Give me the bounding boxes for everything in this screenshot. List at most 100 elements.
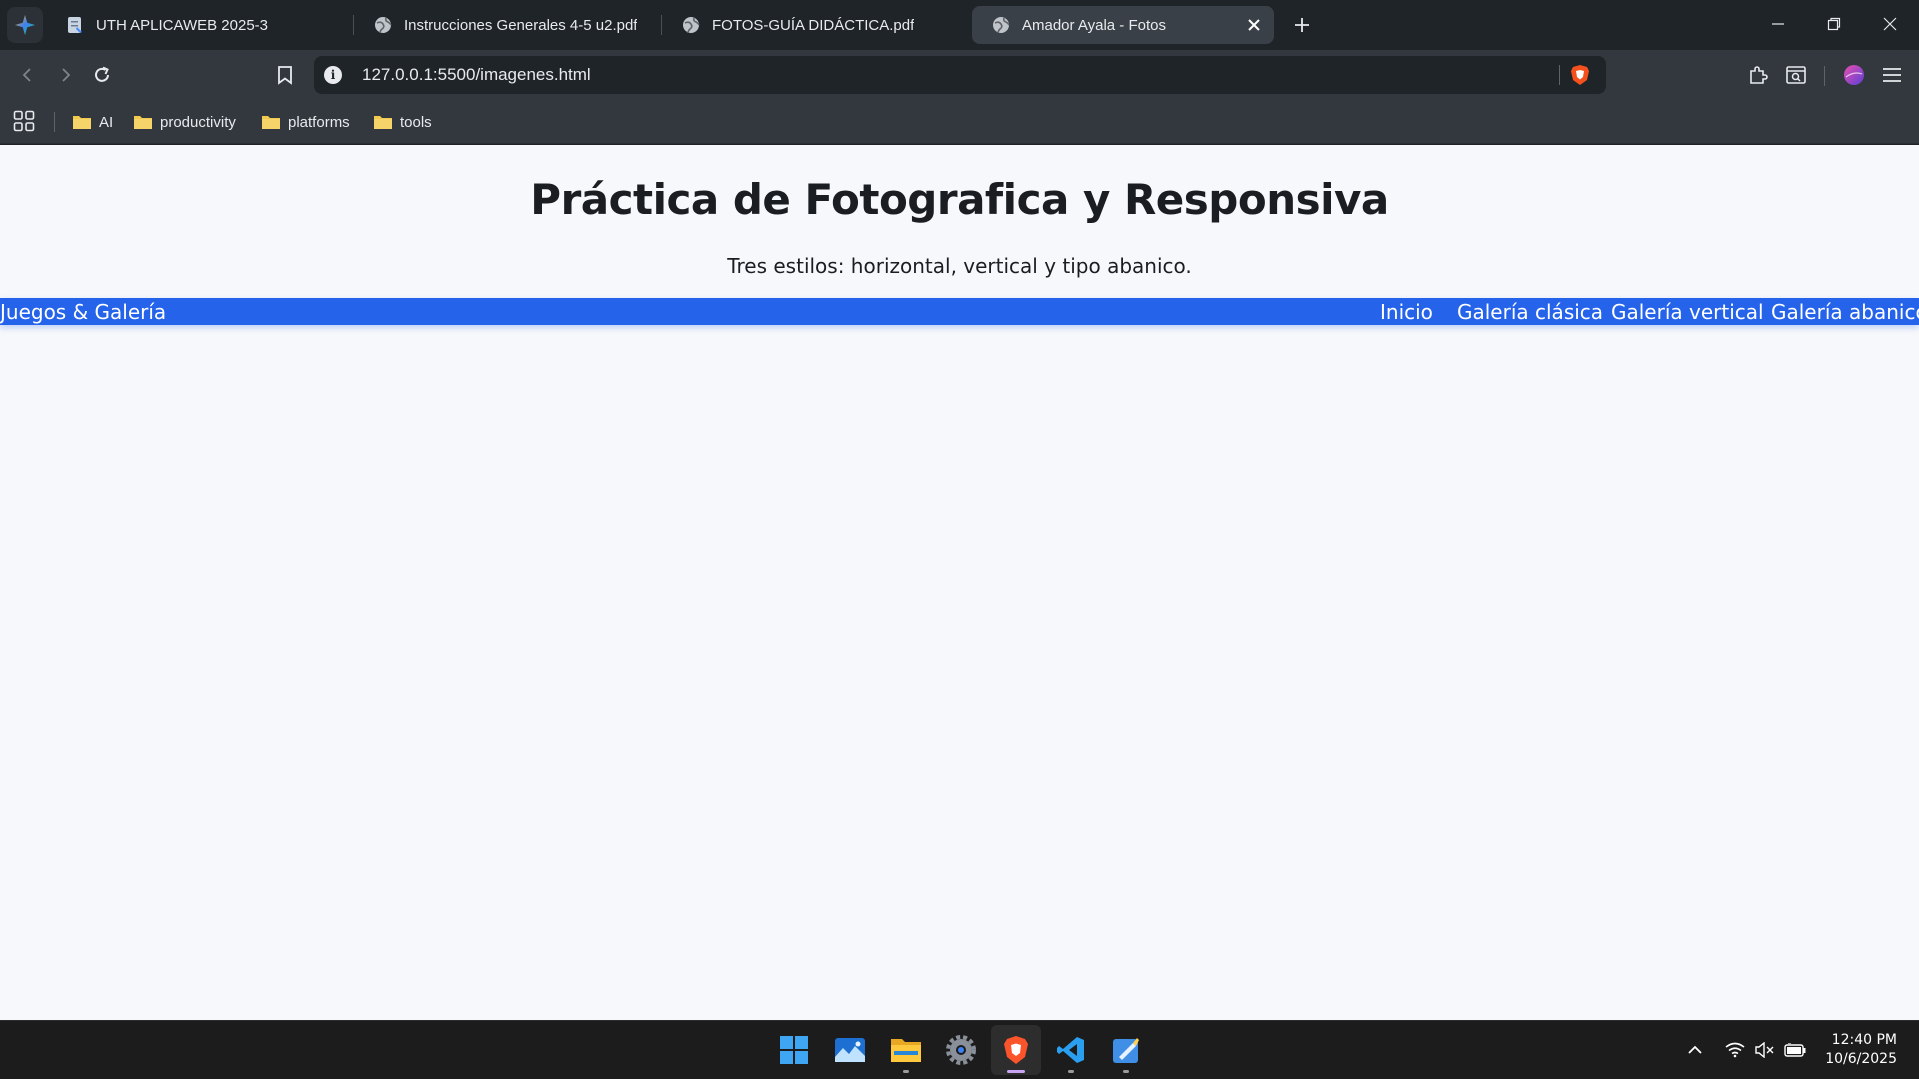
volume-status[interactable] [1754, 1039, 1776, 1061]
show-hidden-icons-button[interactable] [1684, 1039, 1706, 1061]
toolbar-separator [1824, 66, 1825, 86]
bookmark-page-button[interactable] [271, 61, 299, 89]
globe-icon [375, 17, 392, 34]
site-info-icon[interactable]: i [324, 66, 342, 84]
address-bar-separator [1559, 65, 1560, 85]
close-icon [1248, 19, 1260, 31]
network-status[interactable] [1724, 1039, 1746, 1061]
arrow-left-icon [22, 68, 31, 82]
battery-status[interactable] [1784, 1039, 1806, 1061]
bookmark-folder-ai[interactable]: AI [72, 110, 113, 134]
nav-link-galeria-abanico[interactable]: Galería abanico [1771, 300, 1919, 324]
taskbar-app-photos[interactable] [825, 1025, 875, 1075]
tab-title: FOTOS-GUÍA DIDÁCTICA.pdf [712, 16, 915, 34]
plus-icon [1295, 18, 1309, 32]
document-icon [68, 17, 82, 33]
folder-icon [134, 116, 152, 129]
nav-link-inicio[interactable]: Inicio [1380, 300, 1433, 324]
reload-icon [95, 66, 109, 82]
bookmark-label: productivity [160, 113, 236, 131]
address-bar[interactable]: i 127.0.0.1:5500/imagenes.html [314, 56, 1606, 94]
bookmarks-bar: AI productivity platforms tools [0, 100, 1919, 144]
restore-window-button[interactable] [1806, 0, 1862, 48]
hamburger-menu-icon [1883, 68, 1901, 82]
globe-icon [683, 17, 700, 34]
bookmark-folder-platforms[interactable]: platforms [261, 110, 350, 134]
tab-title: UTH APLICAWEB 2025-3 [96, 16, 269, 34]
taskbar-app-brave[interactable] [991, 1025, 1041, 1075]
brave-browser-icon [1004, 1036, 1028, 1064]
running-indicator [1068, 1070, 1074, 1073]
tab-amador-ayala-fotos[interactable]: Amador Ayala - Fotos [972, 6, 1274, 44]
browser-toolbar: i 127.0.0.1:5500/imagenes.html [0, 50, 1919, 100]
web-page-viewport: Práctica de Fotografica y Responsiva Tre… [0, 145, 1919, 1020]
speaker-muted-icon [1755, 1042, 1774, 1058]
puzzle-icon [1750, 66, 1768, 84]
taskbar-app-settings[interactable] [936, 1025, 986, 1075]
bookmark-label: AI [99, 113, 114, 131]
close-icon [1883, 17, 1897, 31]
page-title: Práctica de Fotografica y Responsiva [530, 175, 1389, 224]
new-tab-button[interactable] [1288, 11, 1316, 39]
page-subtitle: Tres estilos: horizontal, vertical y tip… [727, 254, 1192, 278]
extensions-button[interactable] [1744, 61, 1772, 89]
bookmark-label: platforms [288, 113, 350, 131]
taskbar-app-vscode[interactable] [1046, 1025, 1096, 1075]
url-text[interactable]: 127.0.0.1:5500/imagenes.html [362, 65, 591, 85]
file-explorer-icon [891, 1039, 921, 1062]
system-clock[interactable]: 12:40 PM 10/6/2025 [1825, 1031, 1897, 1069]
sparkle-icon [14, 14, 36, 36]
wifi-icon [1725, 1042, 1745, 1058]
bookmark-icon [278, 66, 292, 85]
tab-title: Amador Ayala - Fotos [1022, 16, 1166, 34]
taskbar-app-file-explorer[interactable] [881, 1025, 931, 1075]
bookmark-folder-productivity[interactable]: productivity [133, 110, 236, 134]
tab-title: Instrucciones Generales 4-5 u2.pdf [404, 16, 638, 34]
brave-shields-icon[interactable] [1568, 63, 1592, 87]
battery-charging-icon [1784, 1043, 1806, 1057]
bookmarks-separator [54, 112, 55, 132]
running-indicator [1123, 1070, 1129, 1073]
vscode-icon [1057, 1037, 1084, 1063]
back-button[interactable] [14, 61, 42, 89]
taskbar-app-paint[interactable] [1101, 1025, 1151, 1075]
arrow-right-icon [62, 68, 71, 82]
close-tab-button[interactable] [1244, 15, 1264, 35]
windows-taskbar: 12:40 PM 10/6/2025 [0, 1020, 1919, 1079]
profile-button[interactable] [1840, 61, 1868, 89]
forward-button[interactable] [51, 61, 79, 89]
running-indicator [903, 1070, 909, 1073]
tab-uth-aplicaweb[interactable]: UTH APLICAWEB 2025-3 [46, 6, 346, 44]
avatar [1844, 65, 1864, 85]
restore-icon [1827, 17, 1841, 31]
tab-fotos-guia-pdf[interactable]: FOTOS-GUÍA DIDÁCTICA.pdf [662, 6, 962, 44]
folder-icon [374, 116, 392, 129]
tab-instrucciones-pdf[interactable]: Instrucciones Generales 4-5 u2.pdf [354, 6, 654, 44]
nav-link-galeria-vertical[interactable]: Galería vertical [1611, 300, 1764, 324]
search-in-page-icon [1786, 66, 1806, 84]
nav-brand[interactable]: Juegos & Galería [0, 300, 166, 324]
reader-view-button[interactable] [1782, 61, 1810, 89]
apps-grid-icon[interactable] [12, 109, 36, 133]
browser-menu-button[interactable] [7, 7, 43, 43]
globe-icon [993, 17, 1010, 34]
clock-date: 10/6/2025 [1825, 1051, 1897, 1067]
folder-icon [73, 116, 91, 129]
site-navbar: Juegos & Galería Inicio Galería clásica … [0, 298, 1919, 325]
nav-link-galeria-clasica[interactable]: Galería clásica [1457, 300, 1603, 324]
reload-button[interactable] [88, 61, 116, 89]
windows-start-icon [780, 1036, 808, 1064]
start-button[interactable] [769, 1025, 819, 1075]
minimize-icon [1772, 23, 1784, 25]
main-menu-button[interactable] [1878, 61, 1906, 89]
photos-icon [835, 1038, 865, 1062]
bookmark-label: tools [400, 113, 432, 131]
bookmark-folder-tools[interactable]: tools [373, 110, 432, 134]
minimize-window-button[interactable] [1750, 0, 1806, 48]
chevron-up-icon [1688, 1045, 1702, 1054]
close-window-button[interactable] [1862, 0, 1918, 48]
settings-icon [946, 1035, 976, 1065]
paint-icon [1113, 1038, 1139, 1063]
browser-tab-strip: UTH APLICAWEB 2025-3 Instrucciones Gener… [0, 0, 1919, 50]
clock-time: 12:40 PM [1831, 1032, 1897, 1048]
